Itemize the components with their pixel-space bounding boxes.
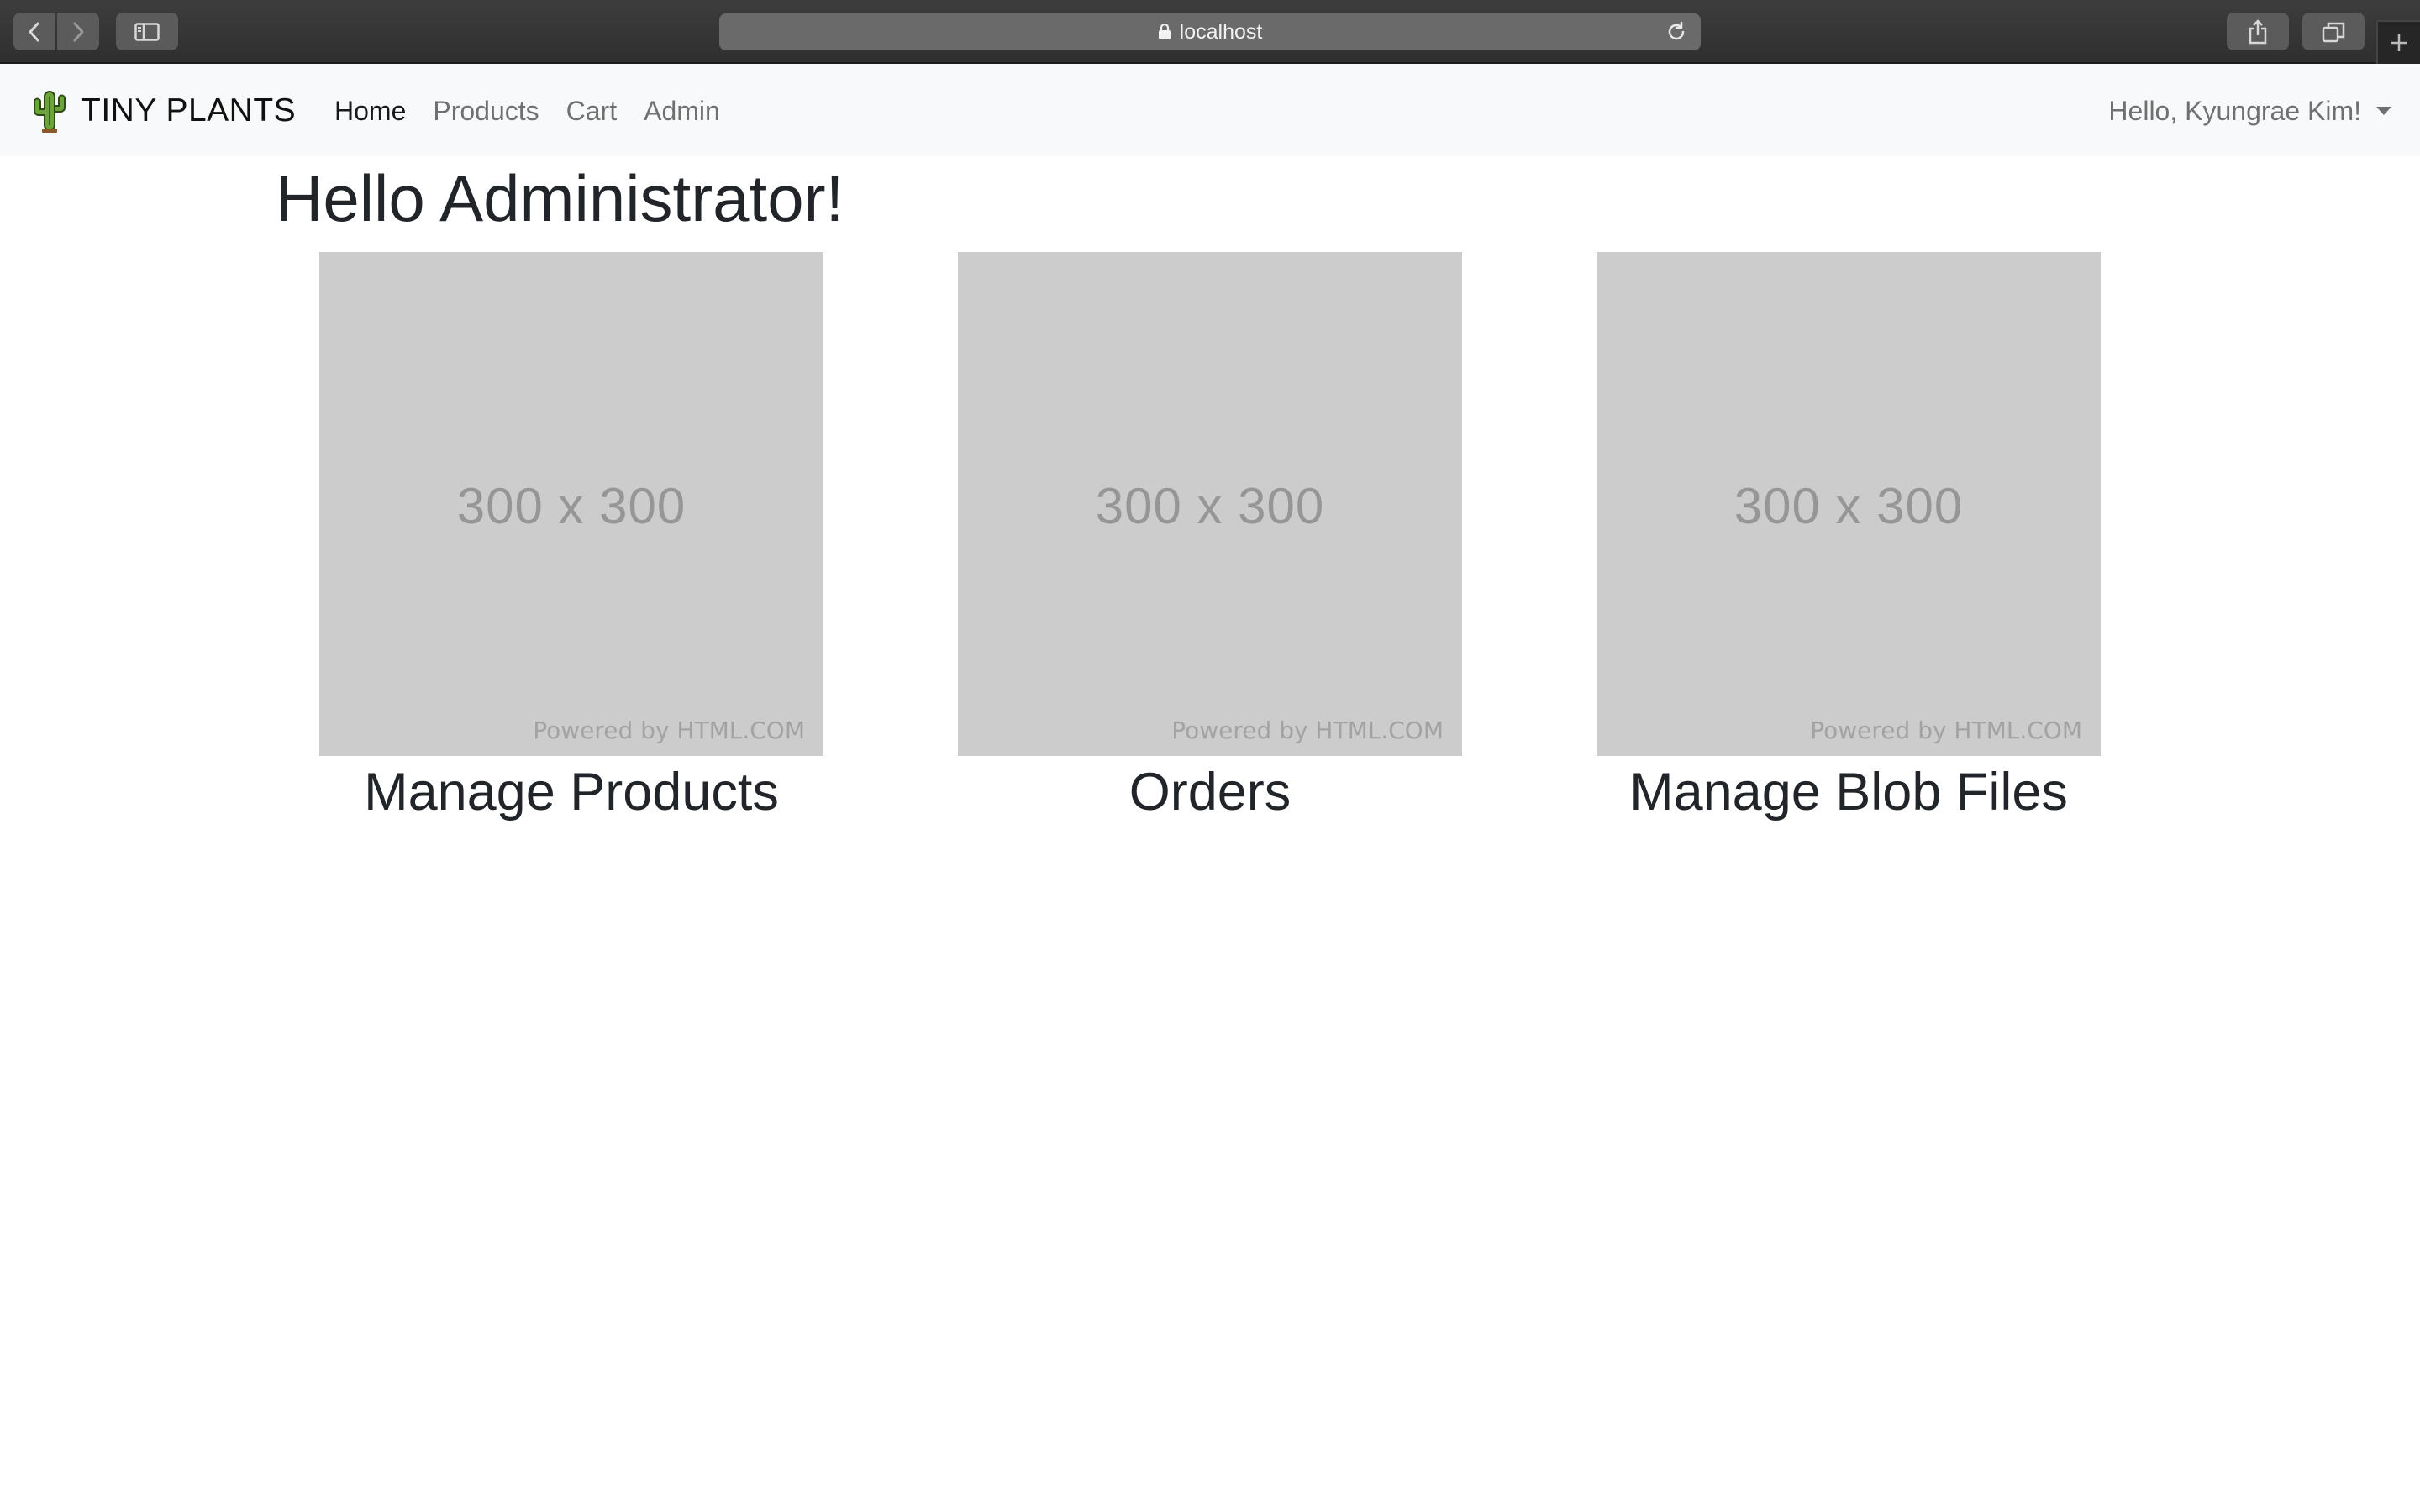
nav-home[interactable]: Home — [334, 96, 406, 127]
caret-down-icon — [2376, 107, 2391, 115]
url-text: localhost — [1179, 19, 1263, 44]
chevron-right-icon — [73, 22, 84, 41]
page-title: Hello Administrator! — [276, 161, 844, 235]
sidebar-toggle-button[interactable] — [116, 13, 178, 50]
brand-name: TINY PLANTS — [81, 92, 297, 129]
nav-links: Home Products Cart Admin — [334, 89, 720, 133]
tabs-icon — [2322, 22, 2345, 42]
nav-products[interactable]: Products — [433, 96, 539, 127]
placeholder-credit: Powered by HTML.COM — [1810, 717, 2082, 744]
cactus-icon — [34, 91, 66, 133]
placeholder-image[interactable]: 300 x 300 Powered by HTML.COM — [1597, 252, 2101, 756]
placeholder-size-text: 300 x 300 — [456, 478, 687, 534]
placeholder-size-text: 300 x 300 — [1095, 478, 1325, 534]
browser-toolbar: localhost — [0, 0, 2420, 64]
forward-button[interactable] — [57, 13, 99, 50]
address-bar[interactable]: localhost — [719, 13, 1701, 50]
lock-icon — [1158, 24, 1171, 39]
tab-overview-button[interactable] — [2302, 13, 2365, 50]
brand-link[interactable]: TINY PLANTS — [30, 87, 296, 134]
sidebar-icon — [134, 22, 160, 41]
reload-icon[interactable] — [1665, 21, 1687, 43]
card-title[interactable]: Orders — [958, 759, 1462, 826]
placeholder-credit: Powered by HTML.COM — [1171, 717, 1444, 744]
manage-blob-files-card[interactable]: 300 x 300 Powered by HTML.COM Manage Blo… — [1597, 252, 2101, 826]
share-icon — [2249, 18, 2267, 44]
share-button[interactable] — [2227, 13, 2289, 50]
user-dropdown[interactable]: Hello, Kyungrae Kim! — [2108, 89, 2391, 133]
back-button[interactable] — [13, 13, 55, 50]
placeholder-credit: Powered by HTML.COM — [533, 717, 805, 744]
site-navbar: TINY PLANTS Home Products Cart Admin Hel… — [0, 64, 2420, 156]
orders-card[interactable]: 300 x 300 Powered by HTML.COM Orders — [958, 252, 1462, 826]
card-title[interactable]: Manage Products — [319, 759, 823, 826]
user-greeting: Hello, Kyungrae Kim! — [2108, 95, 2361, 126]
placeholder-image[interactable]: 300 x 300 Powered by HTML.COM — [319, 252, 823, 756]
nav-admin[interactable]: Admin — [644, 96, 720, 127]
new-tab-button[interactable] — [2376, 20, 2420, 64]
placeholder-image[interactable]: 300 x 300 Powered by HTML.COM — [958, 252, 1462, 756]
chevron-left-icon — [29, 22, 39, 41]
card-title[interactable]: Manage Blob Files — [1597, 759, 2101, 826]
plus-icon — [2391, 34, 2407, 51]
manage-products-card[interactable]: 300 x 300 Powered by HTML.COM Manage Pro… — [319, 252, 823, 826]
placeholder-size-text: 300 x 300 — [1733, 478, 1964, 534]
nav-cart[interactable]: Cart — [566, 96, 617, 127]
